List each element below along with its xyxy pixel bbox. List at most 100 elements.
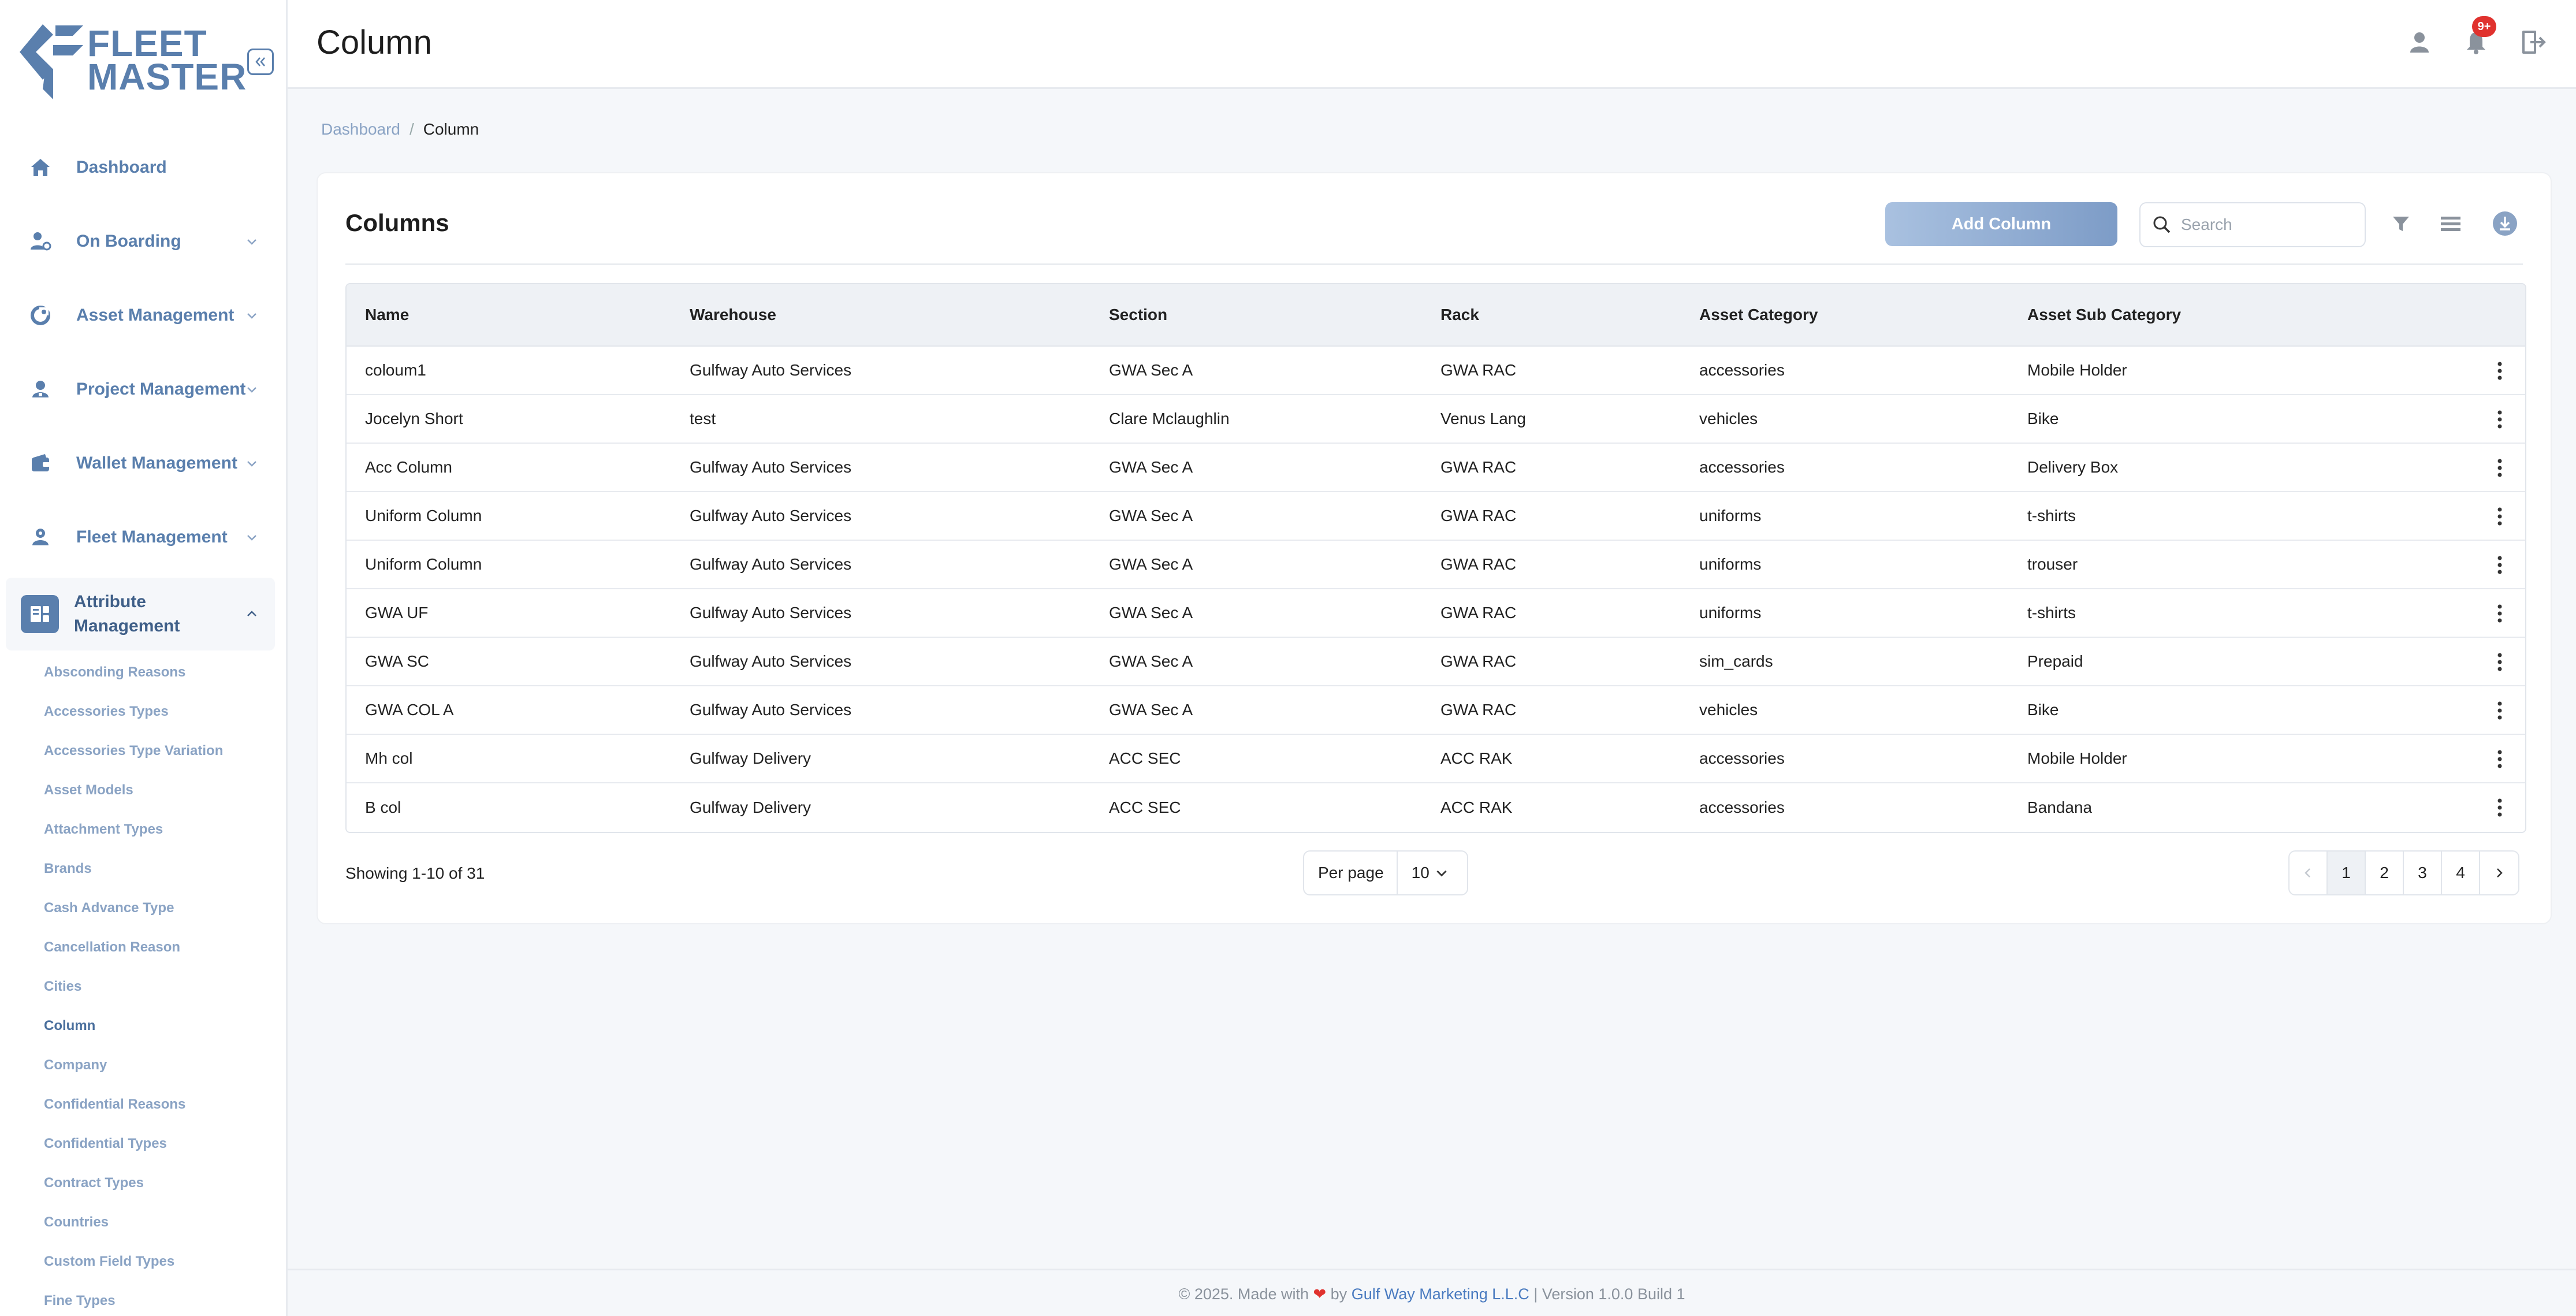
sidebar-item-label: On Boarding	[76, 232, 181, 251]
cell-asset-sub-category: Bike	[2027, 701, 2059, 719]
submenu-item-confidential-reasons[interactable]: Confidential Reasons	[44, 1085, 275, 1124]
project-icon	[27, 376, 54, 403]
table-row[interactable]: Uniform Column Gulfway Auto Services GWA S…	[347, 541, 2525, 589]
notification-count-badge: 9+	[2472, 16, 2496, 37]
cell-section: GWA Sec A	[1109, 458, 1193, 476]
kebab-menu-icon	[2497, 507, 2502, 526]
submenu-item-confidential-types[interactable]: Confidential Types	[44, 1124, 275, 1163]
cell-asset-sub-category: trouser	[2027, 555, 2078, 573]
row-actions-button[interactable]	[2488, 650, 2511, 674]
prev-page-button[interactable]	[2290, 852, 2328, 894]
download-icon	[2493, 211, 2517, 236]
submenu-item-cities[interactable]: Cities	[44, 967, 275, 1006]
table-row[interactable]: GWA COL A Gulfway Auto Services GWA Sec A G…	[347, 686, 2525, 735]
sidebar-item-attribute-management[interactable]: Attribute Management	[6, 578, 275, 650]
logout-button[interactable]	[2517, 27, 2548, 58]
user-profile-button[interactable]	[2404, 27, 2435, 58]
page-button-4[interactable]: 4	[2442, 852, 2480, 894]
cell-name: Uniform Column	[365, 507, 482, 525]
sidebar-item-on-boarding[interactable]: On Boarding	[6, 205, 275, 278]
row-actions-button[interactable]	[2488, 748, 2511, 771]
sidebar-item-asset-management[interactable]: Asset Management	[6, 278, 275, 352]
table-row[interactable]: Jocelyn Short test Clare Mclaughlin Venus L…	[347, 395, 2525, 444]
double-chevron-left-icon	[255, 57, 265, 66]
submenu-item-countries[interactable]: Countries	[44, 1203, 275, 1242]
submenu-item-accessories-type-variation[interactable]: Accessories Type Variation	[44, 731, 275, 771]
table-row[interactable]: Acc Column Gulfway Auto Services GWA Sec A…	[347, 444, 2525, 492]
column-header-section[interactable]: Section	[1109, 306, 1167, 324]
cell-asset-category: uniforms	[1699, 555, 1762, 573]
sidebar-item-project-management[interactable]: Project Management	[6, 352, 275, 426]
submenu-item-cancellation-reason[interactable]: Cancellation Reason	[44, 928, 275, 967]
page-button-1[interactable]: 1	[2328, 852, 2366, 894]
submenu-item-fine-types[interactable]: Fine Types	[44, 1281, 275, 1316]
sidebar-item-dashboard[interactable]: Dashboard	[6, 131, 275, 205]
per-page-select[interactable]: Per page 10	[1303, 850, 1468, 895]
collapse-sidebar-button[interactable]	[247, 49, 274, 75]
cell-section: Clare Mclaughlin	[1109, 410, 1230, 427]
search-input[interactable]	[2181, 215, 2354, 234]
columns-menu-button[interactable]	[2436, 209, 2465, 238]
submenu-item-absconding-reasons[interactable]: Absconding Reasons	[44, 653, 275, 692]
chevron-down-icon	[247, 239, 256, 245]
kebab-menu-icon	[2497, 459, 2502, 477]
cell-section: ACC SEC	[1109, 798, 1181, 816]
cell-warehouse: Gulfway Auto Services	[690, 555, 852, 573]
table-row[interactable]: GWA UF Gulfway Auto Services GWA Sec A GWA …	[347, 589, 2525, 638]
cell-asset-sub-category: Mobile Holder	[2027, 749, 2127, 767]
per-page-label: Per page	[1304, 852, 1398, 894]
fleet-master-logo[interactable]: FLEET MASTER	[20, 23, 246, 101]
row-actions-button[interactable]	[2488, 505, 2511, 528]
column-header-asset-sub-category[interactable]: Asset Sub Category	[2027, 306, 2181, 324]
page-button-3[interactable]: 3	[2404, 852, 2442, 894]
page-title: Column	[317, 24, 432, 61]
submenu-item-attachment-types[interactable]: Attachment Types	[44, 810, 275, 849]
submenu-item-custom-field-types[interactable]: Custom Field Types	[44, 1242, 275, 1281]
row-actions-button[interactable]	[2488, 359, 2511, 382]
sidebar-item-wallet-management[interactable]: Wallet Management	[6, 426, 275, 500]
submenu-item-company[interactable]: Company	[44, 1046, 275, 1085]
next-page-button[interactable]	[2480, 852, 2518, 894]
submenu-item-cash-advance-type[interactable]: Cash Advance Type	[44, 889, 275, 928]
row-actions-button[interactable]	[2488, 553, 2511, 577]
table-row[interactable]: Mh col Gulfway Delivery ACC SEC ACC RAK acce…	[347, 735, 2525, 783]
table-row[interactable]: coloum1 Gulfway Auto Services GWA Sec A GWA…	[347, 347, 2525, 395]
submenu-item-contract-types[interactable]: Contract Types	[44, 1163, 275, 1203]
cell-asset-sub-category: Bike	[2027, 410, 2059, 427]
column-header-asset-category[interactable]: Asset Category	[1699, 306, 1818, 324]
breadcrumb-dashboard-link[interactable]: Dashboard	[321, 120, 400, 138]
add-column-button[interactable]: Add Column	[1885, 202, 2117, 246]
column-header-rack[interactable]: Rack	[1440, 306, 1479, 324]
column-header-warehouse[interactable]: Warehouse	[690, 306, 776, 324]
footer-version: | Version 1.0.0 Build 1	[1533, 1285, 1685, 1303]
download-button[interactable]	[2491, 209, 2519, 238]
submenu-item-accessories-types[interactable]: Accessories Types	[44, 692, 275, 731]
per-page-value[interactable]: 10	[1398, 864, 1449, 882]
list-icon	[2441, 217, 2460, 231]
wallet-icon	[27, 449, 54, 477]
footer-by: by	[1330, 1285, 1347, 1303]
cell-name: Mh col	[365, 749, 413, 767]
submenu-item-asset-models[interactable]: Asset Models	[44, 771, 275, 810]
submenu-item-column[interactable]: Column	[44, 1006, 275, 1046]
kebab-menu-icon	[2497, 701, 2502, 720]
kebab-menu-icon	[2497, 653, 2502, 671]
row-actions-button[interactable]	[2488, 796, 2511, 819]
breadcrumb-current: Column	[423, 120, 479, 138]
chevron-right-icon	[2497, 868, 2503, 878]
table-row[interactable]: Uniform Column Gulfway Auto Services GWA S…	[347, 492, 2525, 541]
company-link[interactable]: Gulf Way Marketing L.L.C	[1352, 1285, 1529, 1303]
submenu-item-brands[interactable]: Brands	[44, 849, 275, 889]
sidebar-item-fleet-management[interactable]: Fleet Management	[6, 500, 275, 574]
cell-rack: GWA RAC	[1440, 701, 1517, 719]
table-row[interactable]: B col Gulfway Delivery ACC SEC ACC RAK acces…	[347, 783, 2525, 832]
row-actions-button[interactable]	[2488, 602, 2511, 625]
column-header-name[interactable]: Name	[365, 306, 409, 324]
page-button-2[interactable]: 2	[2366, 852, 2404, 894]
cell-asset-category: accessories	[1699, 798, 1785, 816]
row-actions-button[interactable]	[2488, 408, 2511, 431]
table-row[interactable]: GWA SC Gulfway Auto Services GWA Sec A GWA …	[347, 638, 2525, 686]
row-actions-button[interactable]	[2488, 456, 2511, 479]
filter-button[interactable]	[2387, 209, 2415, 238]
row-actions-button[interactable]	[2488, 699, 2511, 722]
